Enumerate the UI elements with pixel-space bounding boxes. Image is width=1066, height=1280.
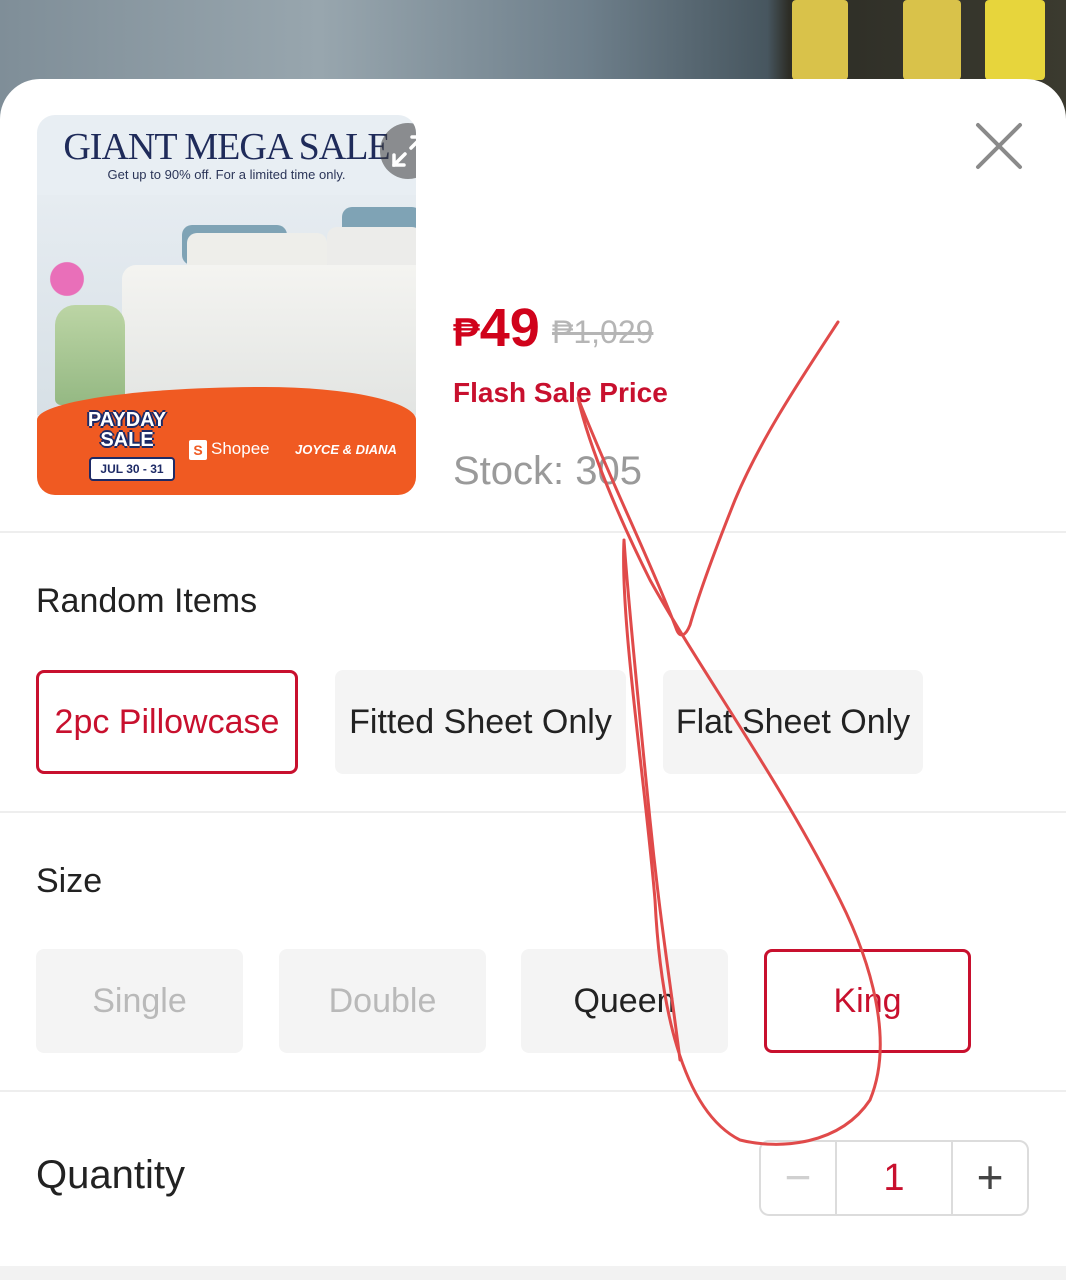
- stock-count: Stock: 305: [453, 449, 643, 493]
- size-option-queen[interactable]: Queen: [521, 949, 728, 1053]
- background-product: [985, 0, 1045, 80]
- option-2pc-pillowcase[interactable]: 2pc Pillowcase: [36, 670, 298, 774]
- flower-graphic: [47, 255, 87, 315]
- promo-title: GIANT MEGA SALE: [63, 126, 390, 168]
- payday-line2: SALE: [100, 429, 154, 451]
- payday-line1: PAYDAY: [87, 409, 167, 431]
- size-option-double[interactable]: Double: [279, 949, 486, 1053]
- quantity-label: Quantity: [36, 1153, 185, 1197]
- expand-icon[interactable]: [380, 123, 416, 179]
- divider: [0, 811, 1066, 813]
- size-option-king[interactable]: King: [764, 949, 971, 1053]
- quantity-stepper: − 1 +: [759, 1140, 1029, 1216]
- side-table-graphic: [55, 305, 125, 405]
- close-icon[interactable]: [970, 117, 1028, 175]
- decrease-quantity-button[interactable]: −: [761, 1142, 837, 1214]
- background-product: [903, 0, 961, 80]
- variation-label: Random Items: [36, 582, 258, 620]
- quantity-input[interactable]: 1: [837, 1142, 953, 1214]
- payday-dates: JUL 30 - 31: [89, 457, 175, 481]
- shopee-wordmark: Shopee: [211, 439, 270, 458]
- brand-name: JOYCE & DIANA: [295, 442, 397, 457]
- size-label: Size: [36, 862, 103, 900]
- price-value: 49: [479, 298, 540, 358]
- shopee-bag-icon: S: [189, 439, 207, 460]
- variation-bottom-sheet: GIANT MEGA SALE Get up to 90% off. For a…: [0, 79, 1066, 1280]
- divider: [0, 1090, 1066, 1092]
- shopee-logo: S Shopee: [189, 439, 270, 460]
- currency-symbol: ₱: [453, 311, 480, 355]
- increase-quantity-button[interactable]: +: [953, 1142, 1027, 1214]
- product-thumbnail[interactable]: GIANT MEGA SALE Get up to 90% off. For a…: [37, 115, 416, 495]
- original-price: ₱1,029: [552, 314, 654, 350]
- option-fitted-sheet-only[interactable]: Fitted Sheet Only: [335, 670, 626, 774]
- promo-subtitle: Get up to 90% off. For a limited time on…: [107, 167, 346, 182]
- option-flat-sheet-only[interactable]: Flat Sheet Only: [663, 670, 923, 774]
- size-option-single[interactable]: Single: [36, 949, 243, 1053]
- flash-sale-label: Flash Sale Price: [453, 377, 668, 408]
- payday-badge: PAYDAY SALE: [77, 410, 177, 450]
- flash-price: ₱49: [453, 297, 540, 359]
- divider: [0, 531, 1066, 533]
- background-product: [792, 0, 848, 80]
- bottom-separator: [0, 1266, 1066, 1280]
